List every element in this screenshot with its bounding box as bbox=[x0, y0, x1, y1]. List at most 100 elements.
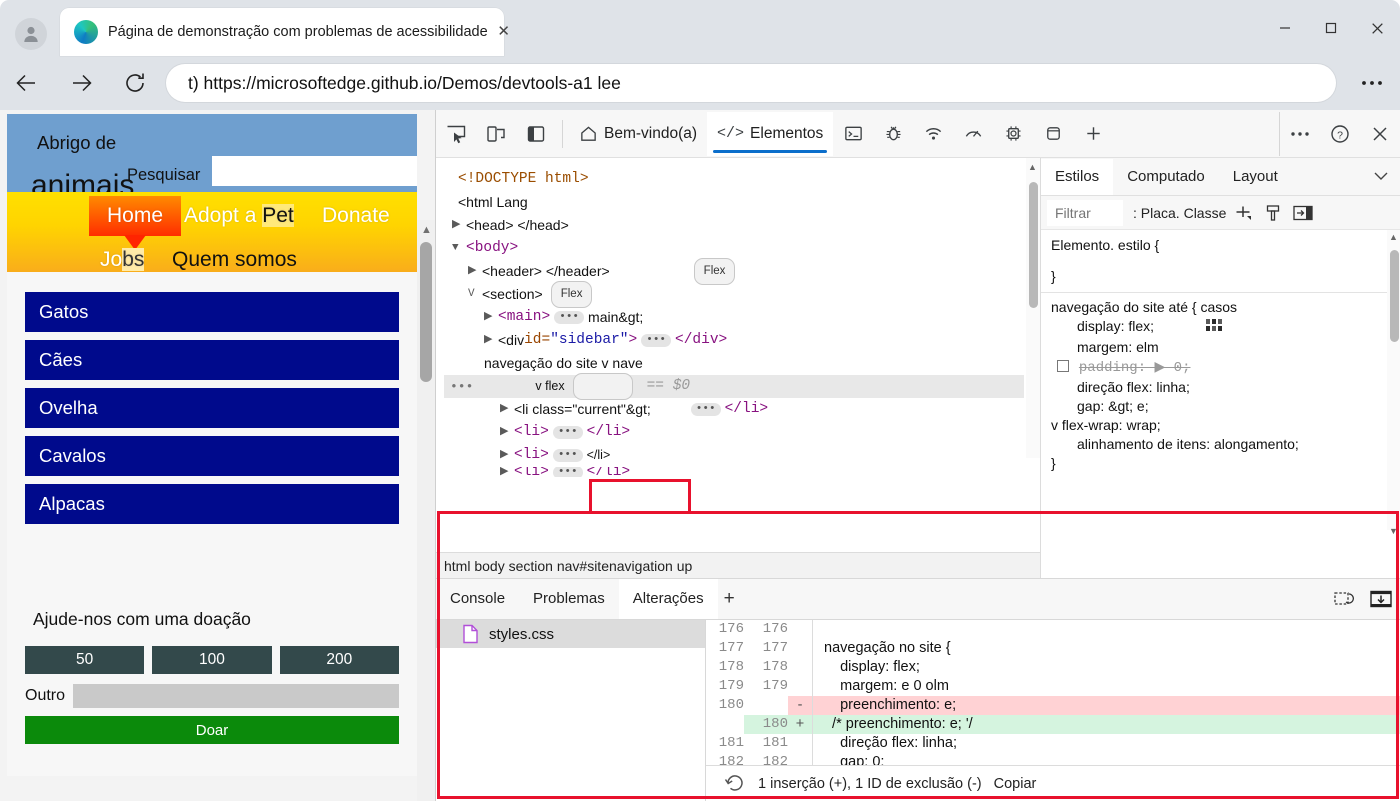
twisty-collapsed-icon[interactable]: ▶ bbox=[500, 444, 514, 467]
back-button[interactable] bbox=[0, 56, 54, 110]
twisty-collapsed-icon[interactable]: ▶ bbox=[452, 214, 466, 237]
dom-row[interactable]: navegação do site v nave bbox=[444, 352, 1040, 375]
application-icon[interactable] bbox=[1033, 112, 1073, 156]
twisty-collapsed-icon[interactable]: ▶ bbox=[500, 398, 514, 421]
drawer-tab-problemas[interactable]: Problemas bbox=[519, 579, 619, 619]
flex-editor-icon[interactable] bbox=[1205, 319, 1224, 338]
chevron-down-icon[interactable] bbox=[1361, 168, 1400, 186]
nav-item-quem-somos[interactable]: Quem somos bbox=[172, 248, 297, 272]
drawer-add-tab-button[interactable]: + bbox=[718, 588, 741, 610]
styles-scrollbar[interactable]: ▲ ▼ bbox=[1387, 230, 1400, 536]
nav-item-home[interactable]: Home bbox=[89, 196, 182, 236]
scroll-up-arrow-icon[interactable]: ▲ bbox=[421, 224, 432, 236]
maximize-button[interactable] bbox=[1308, 0, 1354, 56]
nav-item-jobs[interactable]: Jobs bbox=[100, 248, 145, 272]
browser-settings-button[interactable] bbox=[1344, 56, 1400, 110]
twisty-expanded-icon[interactable]: ▼ bbox=[452, 237, 466, 260]
scroll-down-arrow-icon[interactable]: ▼ bbox=[1389, 526, 1398, 536]
console-icon[interactable] bbox=[833, 112, 873, 156]
help-icon[interactable]: ? bbox=[1320, 112, 1360, 156]
dock-side-icon[interactable] bbox=[516, 112, 556, 156]
dom-row[interactable]: ▶ <li class="current"&gt; ••• </li> bbox=[444, 398, 1040, 421]
twisty-collapsed-icon[interactable]: ▶ bbox=[468, 260, 482, 283]
expand-ellipsis-icon[interactable]: ••• bbox=[552, 467, 583, 477]
dom-row-partial[interactable]: ▶ <li> ••• </li> bbox=[444, 467, 1040, 477]
donation-amount-button[interactable]: 100 bbox=[152, 646, 272, 674]
scroll-up-arrow-icon[interactable]: ▲ bbox=[1389, 232, 1398, 242]
computed-sidebar-icon[interactable] bbox=[1290, 200, 1316, 226]
devtools-tab-welcome[interactable]: Bem-vindo(a) bbox=[569, 112, 707, 156]
scroll-up-arrow-icon[interactable]: ▲ bbox=[1028, 162, 1037, 172]
css-declaration-checkbox[interactable] bbox=[1057, 360, 1069, 372]
changed-file-item[interactable]: styles.css bbox=[436, 620, 705, 648]
restore-drawer-icon[interactable] bbox=[1327, 582, 1361, 616]
nav-item-donate[interactable]: Donate bbox=[322, 204, 390, 228]
donation-amount-button[interactable]: 200 bbox=[279, 646, 399, 674]
dock-bottom-icon[interactable] bbox=[1361, 582, 1400, 616]
breadcrumb[interactable]: html body section nav#sitenavigation up bbox=[436, 552, 1040, 578]
add-panel-icon[interactable] bbox=[1073, 112, 1113, 156]
category-item[interactable]: Alpacas bbox=[25, 484, 399, 524]
drawer-tab-console[interactable]: Console bbox=[436, 579, 519, 619]
memory-icon[interactable] bbox=[993, 112, 1033, 156]
styles-class-toggle-label[interactable]: : Placa. Classe bbox=[1133, 205, 1226, 221]
twisty-collapsed-icon[interactable]: ▶ bbox=[484, 306, 498, 329]
css-declaration[interactable]: direção flex: linha; bbox=[1051, 378, 1391, 397]
dom-row[interactable]: ▶ <main> ••• main&gt; bbox=[444, 306, 1040, 329]
copy-changes-button[interactable]: Copiar bbox=[994, 776, 1037, 792]
address-bar[interactable]: t) https://microsoftedge.github.io/Demos… bbox=[166, 64, 1336, 102]
dom-row[interactable]: <html Lang bbox=[444, 191, 1040, 214]
dom-row[interactable]: ▶ <head> </head> bbox=[444, 214, 1040, 237]
inspect-element-icon[interactable] bbox=[436, 112, 476, 156]
css-declaration-disabled[interactable]: padding: ▶ 0; bbox=[1051, 357, 1391, 378]
css-declaration[interactable]: display: flex; bbox=[1051, 317, 1391, 338]
dom-row[interactable]: ▶ <li> ••• </li> bbox=[444, 444, 1040, 467]
scrollbar-thumb[interactable] bbox=[1390, 250, 1399, 342]
donation-amount-button[interactable]: 50 bbox=[25, 646, 145, 674]
search-input[interactable] bbox=[212, 156, 417, 186]
donate-submit-button[interactable]: Doar bbox=[25, 716, 399, 744]
donation-other-input[interactable] bbox=[73, 684, 399, 708]
forward-button[interactable] bbox=[54, 56, 108, 110]
browser-tab[interactable]: Página de demonstração com problemas de … bbox=[60, 8, 510, 56]
flex-badge[interactable] bbox=[572, 373, 633, 400]
expand-ellipsis-icon[interactable]: ••• bbox=[552, 449, 583, 462]
device-emulation-icon[interactable] bbox=[476, 112, 516, 156]
tab-estilos[interactable]: Estilos bbox=[1041, 158, 1114, 195]
css-declaration[interactable]: margem: elm bbox=[1051, 338, 1391, 357]
viewport-vertical-scrollbar[interactable]: ▲ ▼ bbox=[417, 220, 435, 801]
dom-row[interactable]: <!DOCTYPE html> bbox=[444, 168, 1040, 191]
scrollbar-thumb[interactable] bbox=[1029, 182, 1038, 308]
twisty-expanded-icon[interactable]: V bbox=[468, 283, 482, 306]
nav-item-adopt-a-pet[interactable]: Adopt a Pet bbox=[184, 204, 294, 228]
expand-ellipsis-icon[interactable]: ••• bbox=[690, 403, 721, 416]
css-declaration[interactable]: alinhamento de itens: alongamento; bbox=[1051, 435, 1391, 454]
performance-icon[interactable] bbox=[953, 112, 993, 156]
tab-close-button[interactable]: ✕ bbox=[496, 24, 512, 41]
dom-tree-scrollbar[interactable]: ▲ bbox=[1026, 158, 1040, 458]
close-devtools-icon[interactable] bbox=[1360, 112, 1400, 156]
category-item[interactable]: Cães bbox=[25, 340, 399, 380]
revert-icon[interactable] bbox=[724, 772, 746, 796]
category-item[interactable]: Cavalos bbox=[25, 436, 399, 476]
css-declaration[interactable]: v flex-wrap: wrap; bbox=[1051, 416, 1391, 435]
debugger-icon[interactable] bbox=[873, 112, 913, 156]
more-horizontal-icon[interactable]: ••• bbox=[444, 375, 479, 398]
twisty-collapsed-icon[interactable]: ▶ bbox=[500, 467, 514, 477]
profile-avatar[interactable] bbox=[12, 15, 50, 53]
scrollbar-thumb[interactable] bbox=[420, 242, 432, 382]
dom-row[interactable]: ▼ <body> bbox=[444, 237, 1040, 260]
more-options-icon[interactable] bbox=[1280, 112, 1320, 156]
network-icon[interactable] bbox=[913, 112, 953, 156]
dom-row[interactable]: ▶ <div id= "sidebar" > ••• </div> bbox=[444, 329, 1040, 352]
new-style-rule-icon[interactable] bbox=[1230, 200, 1256, 226]
twisty-collapsed-icon[interactable]: ▶ bbox=[500, 421, 514, 444]
flex-badge[interactable]: Flex bbox=[550, 281, 593, 308]
expand-ellipsis-icon[interactable]: ••• bbox=[554, 311, 585, 324]
flex-badge[interactable]: Flex bbox=[693, 258, 736, 285]
dom-row-selected[interactable]: ••• v flex == $0 bbox=[444, 373, 1024, 400]
dom-row[interactable]: V <section> Flex bbox=[444, 281, 1040, 308]
twisty-collapsed-icon[interactable]: ▶ bbox=[484, 329, 498, 352]
category-item[interactable]: Gatos bbox=[25, 292, 399, 332]
minimize-button[interactable] bbox=[1262, 0, 1308, 56]
